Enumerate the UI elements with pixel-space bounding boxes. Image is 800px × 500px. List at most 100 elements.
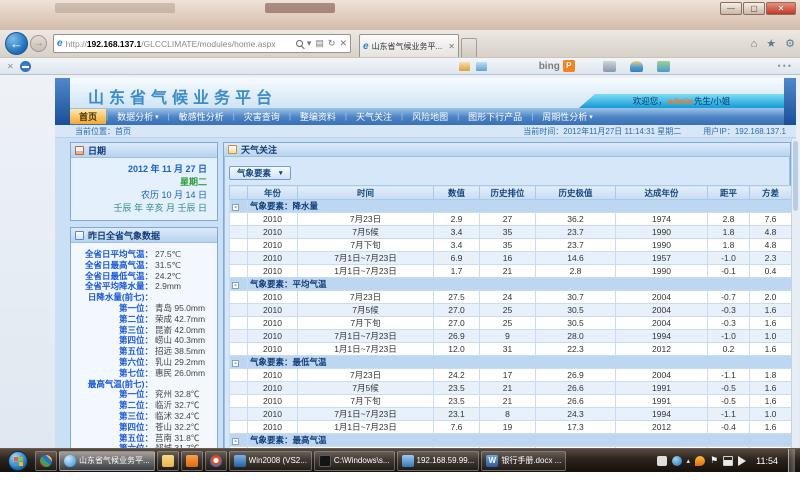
group-row[interactable]: -气象要素：降水量 <box>230 200 792 213</box>
table-cell: 2.8 <box>708 213 750 226</box>
group-row[interactable]: -气象要素：最高气温 <box>230 434 792 447</box>
maximize-button[interactable]: ▢ <box>743 2 765 15</box>
table-cell: 2.3 <box>750 252 792 265</box>
settings-gear-icon[interactable]: ⚙ <box>785 34 795 54</box>
table-row[interactable]: 20107月5候27.02530.52004-0.31.6 <box>230 304 792 317</box>
table-row[interactable]: 20107月5候3.43523.719901.84.8 <box>230 226 792 239</box>
minimize-button[interactable]: — <box>720 2 742 15</box>
stop-icon[interactable]: ✕ <box>339 38 347 49</box>
taskbar-button[interactable]: C:\Windows\s... <box>314 451 395 471</box>
taskbar-button[interactable] <box>181 451 203 471</box>
table-row[interactable]: 20107月23日24.21726.92004-1.11.8 <box>230 369 792 382</box>
tab-close-icon[interactable]: ✕ <box>445 42 455 51</box>
camera-icon[interactable] <box>603 61 616 72</box>
collapse-icon[interactable]: - <box>232 282 239 289</box>
blocked-content-icon[interactable] <box>20 61 31 72</box>
column-header[interactable]: 历史排位 <box>480 186 536 200</box>
taskbar-button[interactable]: 192.168.59.99... <box>397 451 480 471</box>
vertical-scrollbar[interactable] <box>791 139 799 472</box>
chevron-down-icon: ▾ <box>589 113 593 121</box>
element-filter-button[interactable]: 气象要素 ▾ <box>229 166 291 180</box>
forward-button[interactable]: → <box>30 35 47 52</box>
bing-logo[interactable]: bing <box>539 61 560 72</box>
action-center-flag-icon[interactable]: ⚑ <box>710 455 718 466</box>
network-icon[interactable] <box>723 456 733 466</box>
table-cell: 1974 <box>616 213 708 226</box>
nav-item-graphic-products[interactable]: 图形下行产品 <box>459 109 531 124</box>
column-header[interactable]: 年份 <box>248 186 298 200</box>
images-icon[interactable] <box>476 62 487 71</box>
table-row[interactable]: 20107月1日~7月23日26.9928.01994-1.01.0 <box>230 330 792 343</box>
table-row[interactable]: 20107月下旬23.52126.61991-0.51.6 <box>230 395 792 408</box>
table-row[interactable]: 20107月23日2.92736.219742.87.6 <box>230 213 792 226</box>
nav-item-disaster-query[interactable]: 灾害查询 <box>235 109 289 124</box>
table-row[interactable]: 20107月下旬3.43523.719901.84.8 <box>230 239 792 252</box>
column-header[interactable]: 数值 <box>434 186 480 200</box>
browser-tab[interactable]: e 山东省气候业务平... ✕ <box>359 34 459 57</box>
scrollbar-thumb[interactable] <box>793 141 798 211</box>
stat-line: 第二位：临沂 32.7℃ <box>71 400 215 411</box>
start-button[interactable] <box>8 451 28 471</box>
table-row[interactable]: 20101月1日~7月23日12.03122.320120.21.6 <box>230 343 792 356</box>
paint-icon[interactable] <box>630 61 643 72</box>
close-button[interactable]: ✕ <box>766 2 796 15</box>
home-icon[interactable]: ⌂ <box>751 34 758 54</box>
taskbar-clock[interactable]: 11:54 <box>756 456 778 466</box>
nav-item-periodic-analysis[interactable]: 周期性分析▾ <box>533 109 602 124</box>
show-desktop-button[interactable] <box>788 449 795 473</box>
nav-item-risk-map[interactable]: 风险地图 <box>403 109 457 124</box>
collapse-icon[interactable]: - <box>232 438 239 445</box>
column-header[interactable]: 时间 <box>298 186 434 200</box>
nav-item-label: 周期性分析 <box>542 110 587 123</box>
toolbar-close-icon[interactable]: ✕ <box>7 62 14 71</box>
column-header[interactable]: 距平 <box>708 186 750 200</box>
table-cell: 24 <box>480 291 536 304</box>
security-app-icon[interactable] <box>695 456 705 466</box>
nav-item-weather-watch[interactable]: 天气关注 <box>347 109 401 124</box>
collapse-icon[interactable]: - <box>232 204 239 211</box>
refresh-icon[interactable]: ↻ <box>328 38 336 49</box>
taskbar-button[interactable]: Win2008 (VS2... <box>229 451 312 471</box>
ime-indicator-icon[interactable] <box>657 456 667 466</box>
nav-item-data-analysis[interactable]: 数据分析▾ <box>108 109 168 124</box>
favorites-star-icon[interactable]: ★ <box>766 34 776 54</box>
people-icon[interactable] <box>657 61 670 72</box>
table-cell: 25 <box>480 317 536 330</box>
column-header[interactable]: 达成年份 <box>616 186 708 200</box>
table-cell: 23.5 <box>434 382 480 395</box>
table-row[interactable]: 20107月1日~7月23日6.91614.61957-1.02.3 <box>230 252 792 265</box>
toolbar-overflow-icon[interactable]: ••• <box>778 61 793 71</box>
new-tab-button[interactable] <box>461 38 477 57</box>
hidden-icons-caret[interactable]: ▴ <box>687 457 691 465</box>
back-button[interactable]: ← <box>5 32 28 55</box>
table-row[interactable]: 20107月5候23.52126.61991-0.51.6 <box>230 382 792 395</box>
taskbar-button[interactable]: 山东省气候业务平... <box>59 451 155 471</box>
network-globe-icon[interactable] <box>672 456 682 466</box>
compatibility-view-icon[interactable]: ▤ <box>315 38 324 49</box>
search-dropdown-icon[interactable]: ▾ <box>307 38 312 49</box>
group-row[interactable]: -气象要素：最低气温 <box>230 356 792 369</box>
collapse-icon[interactable]: - <box>232 360 239 367</box>
calendar-panel: 日期 2012 年 11 月 27 日星期二农历 10 月 14 日壬辰 年 辛… <box>70 142 218 221</box>
nav-item-sensitivity-analysis[interactable]: 敏感性分析 <box>170 109 233 124</box>
table-row[interactable]: 20107月23日27.52430.72004-0.72.0 <box>230 291 792 304</box>
nav-item-home[interactable]: 首页 <box>70 109 106 124</box>
nav-item-compiled-data[interactable]: 整编资料 <box>291 109 345 124</box>
search-icon[interactable] <box>296 40 303 47</box>
volume-icon[interactable] <box>738 456 746 466</box>
address-bar[interactable]: e http://192.168.137.1/GLCCLIMATE/module… <box>53 34 351 53</box>
column-header[interactable] <box>230 186 248 200</box>
column-header[interactable]: 历史极值 <box>536 186 616 200</box>
taskbar-button[interactable] <box>35 451 57 471</box>
table-row[interactable]: 20107月下旬27.02530.52004-0.31.6 <box>230 317 792 330</box>
taskbar-button[interactable]: W银行手册.docx ... <box>481 451 566 471</box>
table-row[interactable]: 20107月1日~7月23日23.1824.31994-1.11.0 <box>230 408 792 421</box>
group-row[interactable]: -气象要素：平均气温 <box>230 278 792 291</box>
table-row[interactable]: 20101月1日~7月23日1.7212.81990-0.10.4 <box>230 265 792 278</box>
bing-badge-icon[interactable]: P <box>563 60 575 72</box>
table-row[interactable]: 20101月1日~7月23日7.61917.32012-0.41.6 <box>230 421 792 434</box>
column-header[interactable]: 方差 <box>750 186 792 200</box>
mail-icon[interactable] <box>459 62 470 71</box>
taskbar-button[interactable] <box>205 451 227 471</box>
taskbar-button[interactable] <box>157 451 179 471</box>
